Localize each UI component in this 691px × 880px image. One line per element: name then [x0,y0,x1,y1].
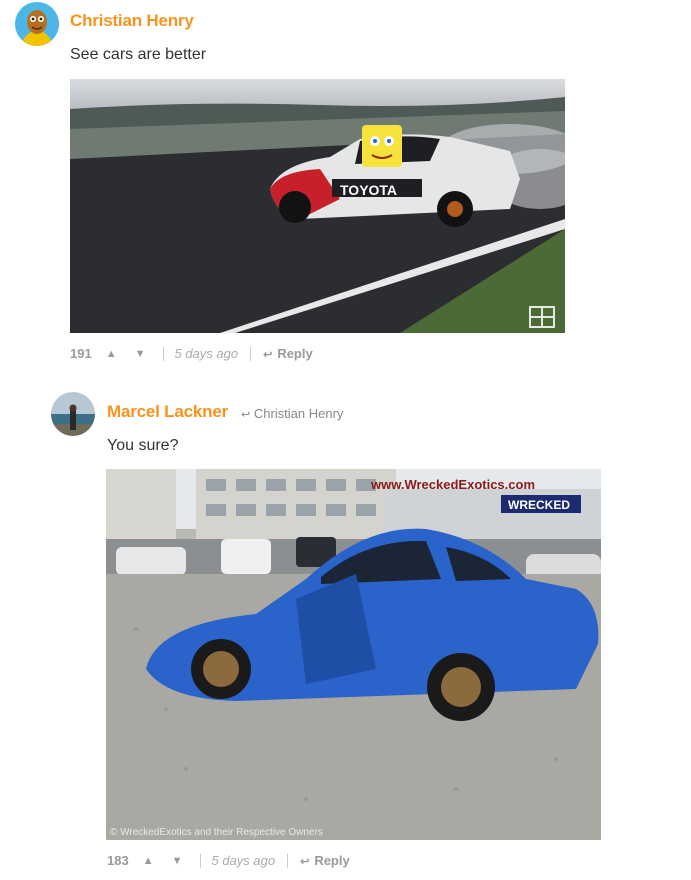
downvote-icon[interactable]: ▼ [135,348,146,360]
comment-timestamp[interactable]: 5 days ago [174,346,238,361]
avatar[interactable] [15,2,59,46]
comment-text: You sure? [107,437,179,454]
avatar[interactable] [51,392,95,436]
divider [163,346,165,361]
comment-score: 191 [70,346,92,361]
divider [200,853,202,868]
watermark-copyright: © WreckedExotics and their Respective Ow… [110,827,323,838]
avatar-photo-icon [51,392,95,436]
wrecked-car-image: www.WreckedExotics.com WRECKED © Wrecked… [106,469,601,840]
divider [250,346,252,361]
reply-label: Reply [277,346,313,361]
drift-car-image: TOYOTA [70,79,565,333]
reply-arrow-icon: ↩ [300,856,310,868]
reply-label: Reply [314,853,350,868]
comment-image[interactable]: www.WreckedExotics.com WRECKED © Wrecked… [106,469,601,840]
divider [287,853,289,868]
upvote-icon[interactable]: ▲ [143,855,154,867]
reply-to-indicator[interactable]: ↩ Christian Henry [241,406,343,421]
upvote-icon[interactable]: ▲ [106,348,117,360]
comment-christian-henry: Christian Henry See cars are better TOYO… [0,0,691,370]
comment-author[interactable]: Christian Henry [70,11,194,31]
comment-meta: 191 ▲ ▼ 5 days ago ↩ Reply [70,346,313,361]
comment-author[interactable]: Marcel Lackner [107,402,228,422]
avatar-cartoon-icon [15,2,59,46]
comment-image[interactable]: TOYOTA [70,79,565,333]
reply-to-arrow-icon: ↩ [241,409,251,421]
reply-button[interactable]: ↩ Reply [263,346,313,361]
comment-marcel-lackner: Marcel Lackner ↩ Christian Henry You sur… [0,380,691,880]
car-livery-text: TOYOTA [340,182,397,198]
downvote-icon[interactable]: ▼ [172,855,183,867]
comment-timestamp[interactable]: 5 days ago [211,853,275,868]
comment-meta: 183 ▲ ▼ 5 days ago ↩ Reply [107,853,350,868]
reply-arrow-icon: ↩ [263,349,273,361]
comment-score: 183 [107,853,129,868]
reply-to-name: Christian Henry [253,406,344,421]
comment-text: See cars are better [70,46,207,63]
watermark-badge: WRECKED [508,498,570,512]
reply-button[interactable]: ↩ Reply [300,853,350,868]
watermark-url: www.WreckedExotics.com [370,477,535,492]
